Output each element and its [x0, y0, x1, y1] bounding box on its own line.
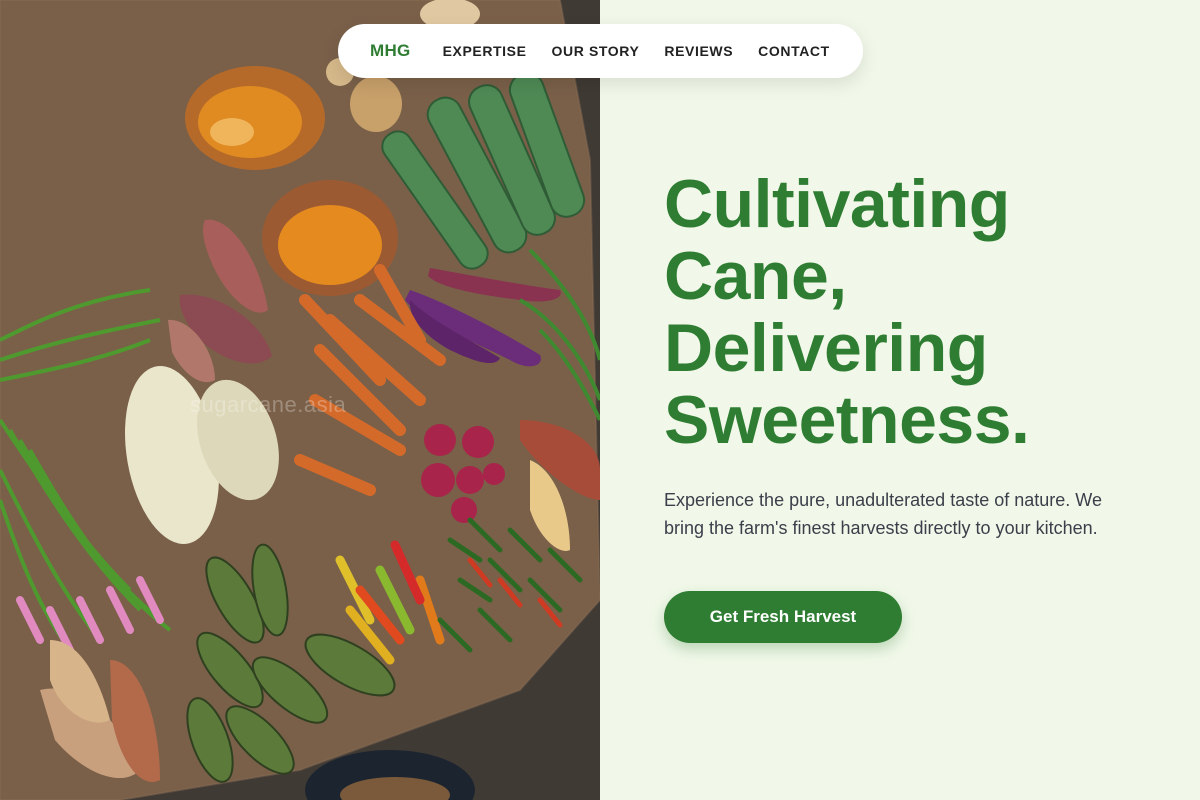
get-fresh-harvest-button[interactable]: Get Fresh Harvest: [664, 591, 902, 643]
hero-heading-line-1: Cultivating: [664, 166, 1010, 242]
brand-logo[interactable]: MHG: [370, 41, 411, 61]
hero-heading-line-2: Cane,: [664, 238, 847, 314]
top-navigation: MHG EXPERTISE OUR STORY REVIEWS CONTACT: [338, 24, 863, 78]
hero-heading: Cultivating Cane, Delivering Sweetness.: [664, 168, 1164, 456]
hero-description: Experience the pure, unadulterated taste…: [664, 490, 1102, 538]
nav-link-our-story[interactable]: OUR STORY: [552, 43, 640, 59]
nav-link-reviews[interactable]: REVIEWS: [664, 43, 733, 59]
hero-heading-line-3: Delivering: [664, 310, 988, 386]
nav-link-contact[interactable]: CONTACT: [758, 43, 830, 59]
hero-section: Cultivating Cane, Delivering Sweetness. …: [664, 168, 1164, 542]
nav-link-expertise[interactable]: EXPERTISE: [443, 43, 527, 59]
hero-photo: sugarcane.asia: [0, 0, 600, 800]
watermark-text: sugarcane.asia: [190, 392, 347, 417]
hero-heading-line-4: Sweetness.: [664, 382, 1030, 458]
